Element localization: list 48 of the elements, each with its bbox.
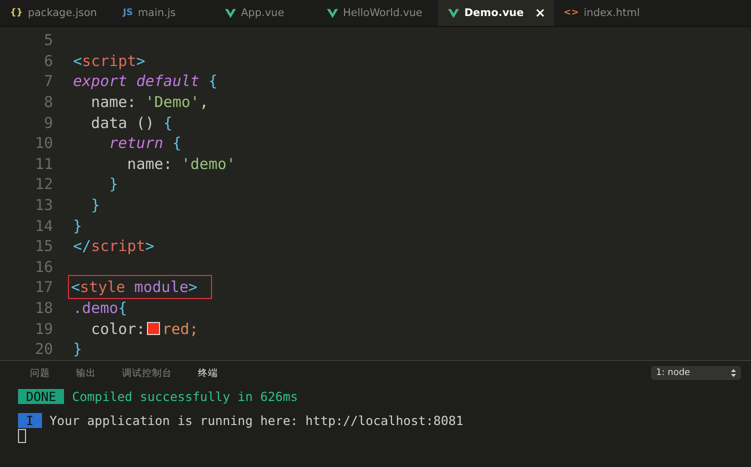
code-line: name: 'Demo', <box>90 92 208 114</box>
code-line: } <box>73 339 82 360</box>
line-number: 12 <box>34 175 54 194</box>
vue-icon <box>224 8 236 18</box>
code-line: data () { <box>90 112 172 134</box>
line-number: 9 <box>42 114 54 132</box>
file-type-icon: {} <box>10 8 23 18</box>
vue-icon <box>448 8 460 18</box>
code-line: <script> <box>73 50 146 72</box>
vue-icon <box>326 8 338 18</box>
code-line: color: red; <box>90 318 198 340</box>
highlighted-code-line: <style module> <box>69 276 212 298</box>
line-number: 5 <box>42 31 54 50</box>
terminal-text: Your application is running here: http://localhost:8081 <box>50 413 464 428</box>
line-number: 6 <box>42 52 54 70</box>
code-line: .demo{ <box>73 298 128 320</box>
panel-tab[interactable]: 输出 <box>76 366 96 380</box>
line-number: 17 <box>34 278 54 296</box>
line-number: 8 <box>42 93 54 112</box>
code-line: } <box>73 216 82 237</box>
terminal-select[interactable]: 1: node <box>651 366 741 380</box>
code-line: } <box>108 174 118 196</box>
status-badge: DONE <box>18 389 64 404</box>
panel-tab[interactable]: 终端 <box>198 366 218 380</box>
file-type-icon: JS <box>122 8 133 18</box>
terminal-text: Compiled successfully in 626ms <box>72 389 298 404</box>
line-number: 7 <box>42 72 54 90</box>
code-line: </script> <box>73 236 154 258</box>
line-number: 15 <box>34 237 54 256</box>
updown-icon <box>731 369 736 377</box>
code-line: export default { <box>73 71 218 92</box>
line-number: 16 <box>34 258 54 276</box>
line-number: 10 <box>34 134 54 152</box>
line-number: 13 <box>34 196 54 214</box>
panel-tab[interactable]: 问题 <box>30 366 50 380</box>
file-type-icon: <> <box>564 8 579 18</box>
line-number: 20 <box>34 340 54 358</box>
code-line: return { <box>108 133 182 154</box>
line-number: 14 <box>34 216 54 235</box>
panel-tab[interactable]: 调试控制台 <box>122 366 172 380</box>
code-line: } <box>90 195 100 216</box>
file-tab[interactable]: Demo.vue × <box>438 0 554 26</box>
line-number: 11 <box>34 154 54 173</box>
line-number: 19 <box>34 320 54 338</box>
close-icon[interactable]: × <box>534 6 546 20</box>
line-number: 18 <box>34 299 54 318</box>
status-badge: I <box>18 413 42 428</box>
code-line: name: 'demo' <box>126 154 236 175</box>
